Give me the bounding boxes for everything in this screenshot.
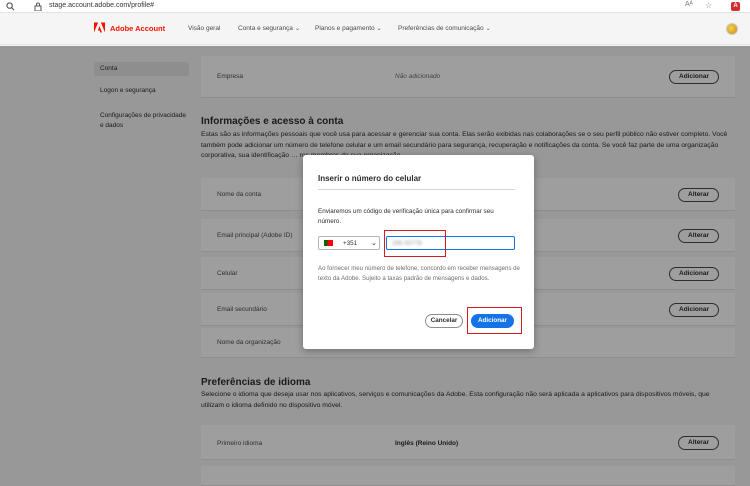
search-icon[interactable]: [6, 2, 15, 11]
dialog-legal-text: Ao fornecer meu número de telefone, conc…: [318, 265, 520, 282]
nav-plans-payment-label: Planos e pagamento: [315, 25, 375, 32]
country-code-select[interactable]: +351 ⌄: [318, 236, 380, 250]
annotation-highlight-add: [467, 307, 522, 334]
dialog-divider: [318, 189, 515, 190]
favorite-star-icon[interactable]: ☆: [705, 1, 712, 10]
adobe-extension-icon[interactable]: A: [731, 2, 740, 11]
annotation-highlight-input: [384, 230, 446, 257]
chevron-down-icon: ⌄: [371, 240, 377, 247]
reader-mode-icon[interactable]: Aᴬ: [685, 1, 693, 8]
chevron-down-icon: ⌄: [485, 26, 491, 32]
url-text[interactable]: stage.account.adobe.com/profile#: [49, 2, 154, 9]
nav-communication-label: Preferências de comunicação: [398, 25, 484, 32]
brand-title[interactable]: Adobe Account: [110, 24, 165, 33]
country-code-value: +351: [343, 240, 358, 247]
chevron-down-icon: ⌄: [376, 26, 382, 32]
mobile-number-dialog: Inserir o número do celular Enviaremos u…: [303, 155, 534, 349]
nav-overview-label: Visão geral: [188, 25, 221, 32]
nav-account-security[interactable]: Conta e segurança ⌄: [238, 25, 300, 32]
portugal-flag-icon: [324, 240, 333, 246]
adobe-logo-icon[interactable]: [94, 22, 105, 33]
cancel-button[interactable]: Cancelar: [425, 314, 463, 328]
avatar[interactable]: [726, 23, 738, 35]
nav-communication-preferences[interactable]: Preferências de comunicação ⌄: [398, 25, 491, 32]
dialog-title: Inserir o número do celular: [318, 174, 422, 183]
dialog-description: Enviaremos um código de verificação únic…: [318, 208, 494, 225]
lock-icon: [34, 2, 42, 11]
nav-account-security-label: Conta e segurança: [238, 25, 293, 32]
browser-address-bar[interactable]: stage.account.adobe.com/profile# Aᴬ ☆ A: [0, 0, 750, 13]
chevron-down-icon: ⌄: [294, 26, 300, 32]
nav-plans-payment[interactable]: Planos e pagamento ⌄: [315, 25, 382, 32]
nav-overview[interactable]: Visão geral: [188, 25, 220, 32]
top-navigation: Adobe Account Visão geral Conta e segura…: [0, 13, 750, 45]
